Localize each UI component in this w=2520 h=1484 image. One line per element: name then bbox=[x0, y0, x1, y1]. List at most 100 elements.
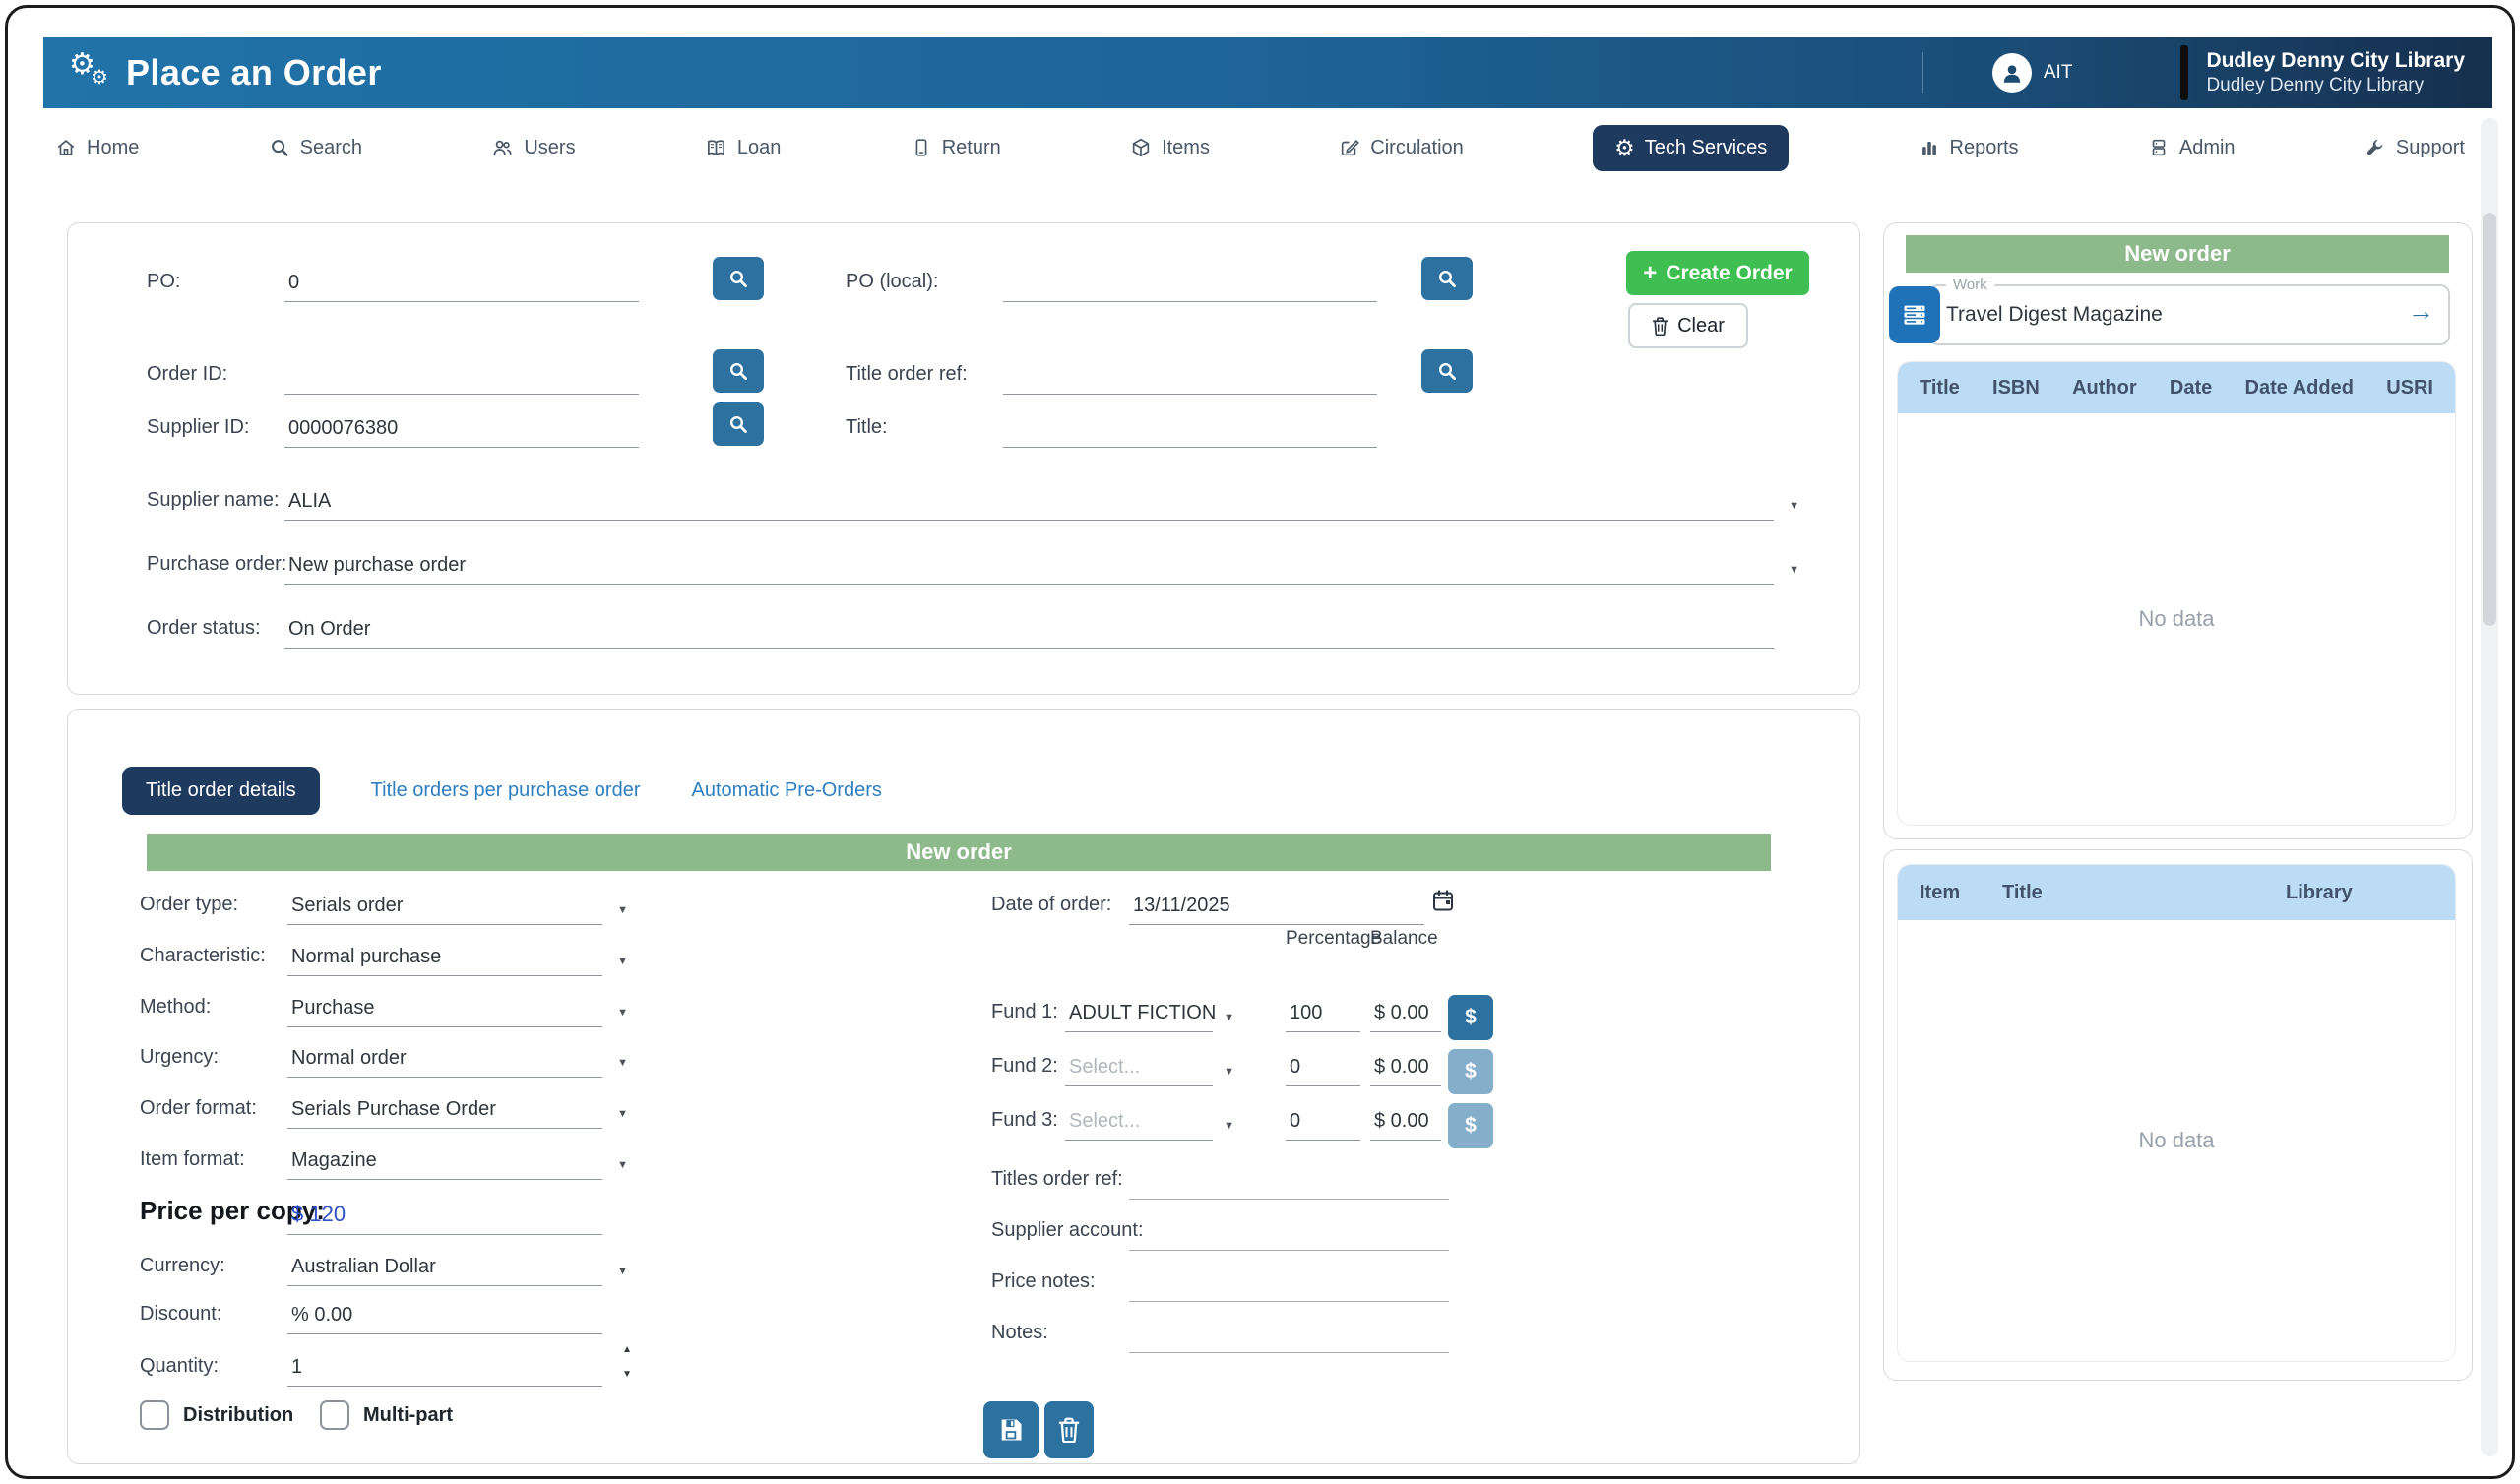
detail-tabs: Title order details Title orders per pur… bbox=[122, 767, 882, 815]
fund3-dollar-button[interactable]: $ bbox=[1448, 1103, 1493, 1148]
date-of-order-input[interactable]: 13/11/2025 bbox=[1129, 882, 1424, 925]
work-list-button[interactable] bbox=[1889, 286, 1940, 343]
quantity-stepper[interactable]: 1 bbox=[287, 1343, 602, 1387]
chevron-down-icon bbox=[1224, 1066, 1234, 1078]
home-icon bbox=[55, 137, 77, 158]
fund3-balance-input[interactable]: $ 0.00 bbox=[1370, 1097, 1441, 1141]
tab-automatic-pre-orders[interactable]: Automatic Pre-Orders bbox=[691, 779, 881, 802]
price-per-copy-input[interactable]: $ 120 bbox=[287, 1192, 602, 1235]
library-divider-bar bbox=[2180, 45, 2188, 100]
chevron-down-icon bbox=[1224, 1120, 1234, 1132]
chevron-down-icon bbox=[617, 1108, 628, 1120]
notes-input[interactable] bbox=[1129, 1310, 1449, 1353]
order-status-input[interactable]: On Order bbox=[284, 605, 1774, 649]
fund2-select[interactable]: Select... bbox=[1065, 1043, 1213, 1086]
titles-order-ref-input[interactable] bbox=[1129, 1156, 1449, 1200]
clear-button[interactable]: Clear bbox=[1628, 303, 1748, 348]
new-order-panel-banner: New order bbox=[1906, 235, 2449, 273]
user-avatar[interactable] bbox=[1992, 53, 2032, 93]
nav-item-support[interactable]: Support bbox=[2364, 137, 2465, 159]
scrollbar-thumb[interactable] bbox=[2483, 213, 2496, 626]
search-icon bbox=[728, 414, 748, 434]
tab-title-orders-per-purchase-order[interactable]: Title orders per purchase order bbox=[371, 779, 641, 802]
order-format-select[interactable]: Serials Purchase Order bbox=[287, 1085, 602, 1129]
save-button[interactable] bbox=[983, 1401, 1039, 1458]
tablet-icon bbox=[911, 137, 932, 158]
nav-item-admin[interactable]: Admin bbox=[2148, 137, 2236, 159]
fund1-dollar-button[interactable]: $ bbox=[1448, 995, 1493, 1040]
nav-item-loan[interactable]: Loan bbox=[705, 137, 782, 159]
fund1-row: Fund 1: ADULT FICTION 100 $ 0.00 $ bbox=[991, 981, 1543, 1032]
nav-item-return[interactable]: Return bbox=[911, 137, 1001, 159]
urgency-select[interactable]: Normal order bbox=[287, 1034, 602, 1078]
nav-item-search[interactable]: Search bbox=[269, 137, 362, 159]
fund1-percentage-input[interactable]: 100 bbox=[1286, 989, 1360, 1032]
order-id-search-button[interactable] bbox=[713, 349, 764, 393]
notes-row: Notes: bbox=[991, 1302, 1543, 1353]
nav-item-items[interactable]: Items bbox=[1130, 137, 1210, 159]
nav-item-tech-services[interactable]: ⚙ Tech Services bbox=[1593, 125, 1789, 171]
multi-part-checkbox[interactable]: Multi-part bbox=[320, 1400, 453, 1430]
currency-select[interactable]: Australian Dollar bbox=[287, 1243, 602, 1286]
calendar-icon[interactable] bbox=[1431, 889, 1455, 917]
order-id-input[interactable] bbox=[284, 351, 639, 395]
supplier-account-input[interactable] bbox=[1129, 1207, 1449, 1251]
lookup-row-supplier-id: Supplier ID: 0000076380 Title: bbox=[147, 397, 1800, 448]
supplier-id-search-button[interactable] bbox=[713, 402, 764, 446]
title-order-details-card: Title order details Title orders per pur… bbox=[67, 709, 1860, 1464]
title-input[interactable] bbox=[1003, 404, 1377, 448]
work-input[interactable]: Work Travel Digest Magazine → bbox=[1928, 284, 2450, 345]
urgency-row: Urgency: Normal order bbox=[140, 1026, 770, 1078]
fund3-select[interactable]: Select... bbox=[1065, 1097, 1213, 1141]
po-local-search-button[interactable] bbox=[1421, 257, 1473, 300]
nav-item-home[interactable]: Home bbox=[55, 137, 139, 159]
users-icon bbox=[491, 137, 514, 159]
fund2-balance-input[interactable]: $ 0.00 bbox=[1370, 1043, 1441, 1086]
supplier-id-input[interactable]: 0000076380 bbox=[284, 404, 639, 448]
search-icon bbox=[728, 269, 748, 288]
method-select[interactable]: Purchase bbox=[287, 984, 602, 1027]
nav-item-circulation[interactable]: Circulation bbox=[1339, 137, 1463, 159]
fund2-row: Fund 2: Select... 0 $ 0.00 $ bbox=[991, 1035, 1543, 1086]
new-order-panel: New order Work Travel Digest Magazine → … bbox=[1883, 222, 2473, 839]
tab-title-order-details[interactable]: Title order details bbox=[122, 767, 320, 815]
fund1-balance-input[interactable]: $ 0.00 bbox=[1370, 989, 1441, 1032]
fund3-row: Fund 3: Select... 0 $ 0.00 $ bbox=[991, 1089, 1543, 1141]
order-status-label: Order status: bbox=[147, 617, 261, 640]
item-format-select[interactable]: Magazine bbox=[287, 1137, 602, 1180]
stepper-arrows[interactable] bbox=[622, 1339, 632, 1382]
go-arrow-icon[interactable]: → bbox=[2408, 296, 2434, 327]
po-search-button[interactable] bbox=[713, 257, 764, 300]
po-local-input[interactable] bbox=[1003, 259, 1377, 302]
characteristic-select[interactable]: Normal purchase bbox=[287, 933, 602, 976]
supplier-name-select[interactable]: ALIA bbox=[284, 477, 1774, 521]
title-order-ref-input[interactable] bbox=[1003, 351, 1377, 395]
fund1-select[interactable]: ADULT FICTION bbox=[1065, 989, 1213, 1032]
discount-input[interactable]: % 0.00 bbox=[287, 1291, 602, 1334]
order-format-row: Order format: Serials Purchase Order bbox=[140, 1078, 770, 1129]
library-block: Dudley Denny City Library Dudley Denny C… bbox=[2206, 48, 2492, 97]
nav-item-reports[interactable]: Reports bbox=[1919, 137, 2019, 159]
nav-item-users[interactable]: Users bbox=[491, 137, 575, 159]
work-table-header: Title ISBN Author Date Date Added USRI bbox=[1898, 362, 2455, 413]
chevron-down-icon bbox=[1789, 500, 1799, 512]
date-of-order-row: Date of order: 13/11/2025 bbox=[991, 874, 1543, 925]
fund2-dollar-button[interactable]: $ bbox=[1448, 1049, 1493, 1094]
chevron-down-icon bbox=[617, 1159, 628, 1171]
purchase-order-select[interactable]: New purchase order bbox=[284, 541, 1774, 585]
delete-button[interactable] bbox=[1044, 1401, 1094, 1458]
fund3-percentage-input[interactable]: 0 bbox=[1286, 1097, 1360, 1141]
fund2-percentage-input[interactable]: 0 bbox=[1286, 1043, 1360, 1086]
create-order-button[interactable]: Create Order bbox=[1626, 251, 1809, 295]
price-notes-input[interactable] bbox=[1129, 1259, 1449, 1302]
title-order-ref-search-button[interactable] bbox=[1421, 349, 1473, 393]
distribution-checkbox[interactable]: Distribution bbox=[140, 1400, 293, 1430]
library-name: Dudley Denny City Library bbox=[2206, 48, 2465, 74]
order-type-select[interactable]: Serials order bbox=[287, 882, 602, 925]
supplier-id-label: Supplier ID: bbox=[147, 416, 250, 439]
po-input[interactable]: 0 bbox=[284, 259, 639, 302]
chevron-down-icon bbox=[1789, 564, 1799, 576]
top-header-bar: ⚙⚙ Place an Order AIT Dudley Denny City … bbox=[43, 37, 2492, 108]
items-table: Item Title Library No data bbox=[1897, 864, 2456, 1362]
column-library: Library bbox=[2286, 882, 2433, 904]
